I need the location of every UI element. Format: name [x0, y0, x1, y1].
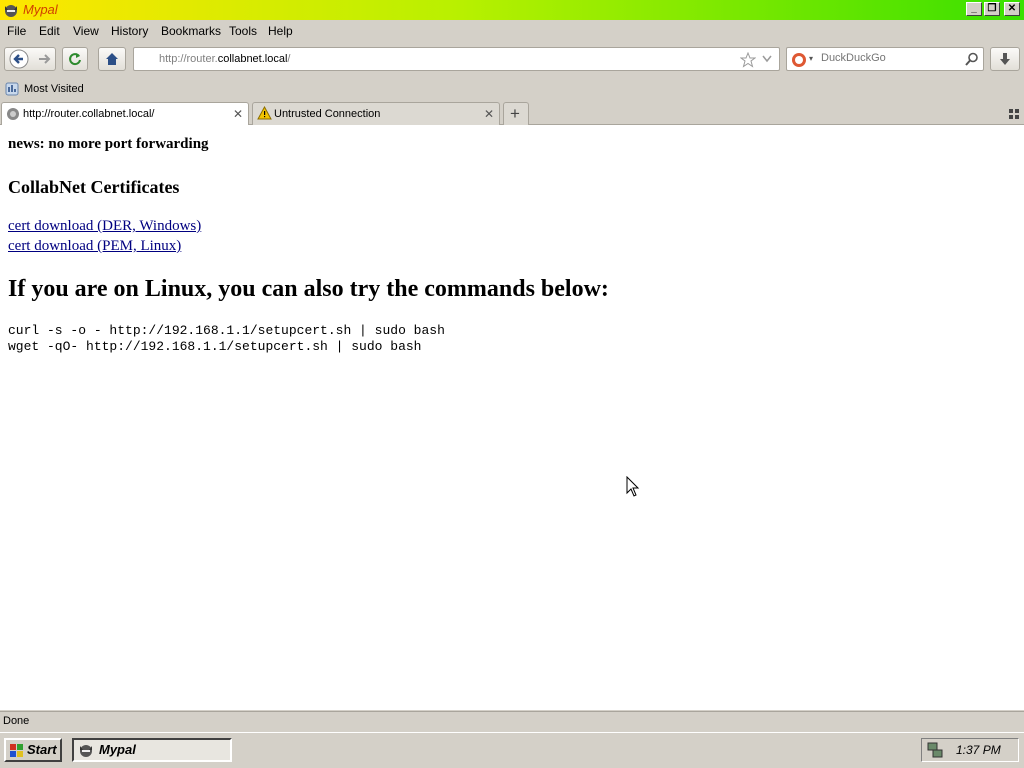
menu-history[interactable]: History — [111, 24, 148, 38]
menu-bar: File Edit View History Bookmarks Tools H… — [0, 21, 1024, 41]
start-label: Start — [27, 742, 57, 757]
menu-view[interactable]: View — [73, 24, 99, 38]
search-bar[interactable]: ▾ — [786, 47, 984, 71]
wget-command: wget -qO- http://192.168.1.1/setupcert.s… — [8, 339, 422, 354]
mypal-logo-icon — [80, 745, 92, 757]
menu-help[interactable]: Help — [268, 24, 293, 38]
download-arrow-icon — [1000, 53, 1010, 65]
taskbar-item-label: Mypal — [99, 742, 136, 757]
restore-button[interactable]: ❐ — [984, 2, 1000, 16]
menu-file[interactable]: File — [7, 24, 26, 38]
reload-button[interactable] — [62, 47, 88, 71]
mypal-logo-icon — [5, 5, 17, 17]
clock: 1:37 PM — [956, 743, 1001, 757]
bookmark-star-icon[interactable] — [740, 52, 756, 68]
curl-command: curl -s -o - http://192.168.1.1/setupcer… — [8, 323, 445, 338]
menu-tools[interactable]: Tools — [229, 24, 257, 38]
start-button[interactable]: Start — [4, 738, 62, 762]
tab-label: Untrusted Connection — [274, 108, 381, 120]
news-text: news: no more port forwarding — [8, 136, 209, 152]
new-tab-button[interactable]: + — [503, 102, 529, 125]
forward-arrow-icon[interactable] — [37, 52, 51, 66]
reload-icon — [69, 53, 81, 66]
title-bar[interactable]: Mypal _ ❐ ✕ — [0, 0, 1024, 20]
windows-logo-icon — [10, 744, 23, 757]
close-window-button[interactable]: ✕ — [1004, 2, 1020, 16]
home-icon — [106, 53, 118, 65]
bookmark-most-visited[interactable]: Most Visited — [24, 83, 84, 95]
url-bar[interactable]: http://router.collabnet.local/ — [133, 47, 780, 71]
status-bar: Done — [0, 711, 1024, 731]
tab-untrusted-connection[interactable]: Untrusted Connection ✕ — [252, 102, 500, 125]
tab-router[interactable]: http://router.collabnet.local/ ✕ — [1, 102, 249, 126]
menu-edit[interactable]: Edit — [39, 24, 60, 38]
plus-icon: + — [510, 104, 520, 123]
menu-bookmarks[interactable]: Bookmarks — [161, 24, 221, 38]
url-dropdown-icon[interactable] — [762, 55, 772, 63]
tab-close-icon[interactable]: ✕ — [233, 107, 243, 121]
search-engine-dropdown-icon[interactable]: ▾ — [809, 54, 813, 63]
network-icon[interactable] — [926, 741, 944, 759]
back-forward-group — [4, 47, 56, 71]
url-text: http://router.collabnet.local/ — [159, 53, 291, 65]
cert-download-pem-link[interactable]: cert download (PEM, Linux) — [8, 238, 181, 255]
tab-label: http://router.collabnet.local/ — [23, 108, 155, 120]
certificates-heading: CollabNet Certificates — [8, 177, 180, 197]
linux-commands-heading: If you are on Linux, you can also try th… — [8, 276, 609, 302]
most-visited-icon — [5, 82, 19, 96]
tab-groups-icon[interactable] — [1008, 108, 1020, 120]
duckduckgo-icon[interactable] — [791, 52, 807, 68]
status-text: Done — [3, 715, 30, 727]
tab-close-icon[interactable]: ✕ — [484, 107, 494, 121]
mouse-cursor-icon — [626, 476, 640, 497]
downloads-button[interactable] — [990, 47, 1020, 71]
back-arrow-icon[interactable] — [9, 49, 29, 69]
page-content: news: no more port forwarding CollabNet … — [0, 125, 1024, 710]
bookmarks-toolbar: Most Visited — [0, 80, 1024, 100]
minimize-button[interactable]: _ — [966, 2, 982, 16]
window-title: Mypal — [23, 2, 58, 17]
warning-icon — [257, 106, 272, 120]
system-tray: 1:37 PM — [921, 738, 1019, 762]
search-input[interactable] — [819, 51, 963, 65]
search-icon[interactable] — [965, 52, 979, 66]
cert-download-der-link[interactable]: cert download (DER, Windows) — [8, 218, 201, 235]
taskbar-mypal-item[interactable]: Mypal — [72, 738, 232, 762]
home-button[interactable] — [98, 47, 126, 71]
globe-icon — [7, 108, 19, 120]
